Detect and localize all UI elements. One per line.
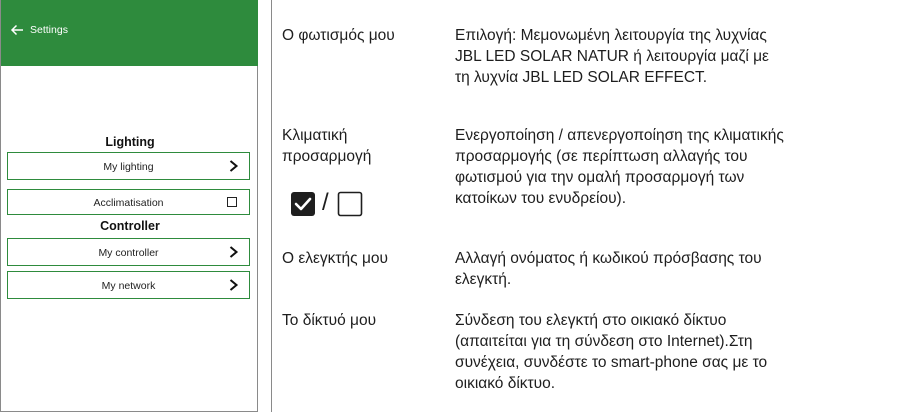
phone-screenshot: Settings Lighting My lighting Acclimatis… xyxy=(0,0,258,412)
menu-item-label: My lighting xyxy=(103,161,154,173)
app-title: Settings xyxy=(30,24,68,36)
description-table: Ο φωτισμός μου Επιλογή: Μεμονωμένη λειτο… xyxy=(271,0,897,412)
menu-item-label: My controller xyxy=(98,247,159,259)
desc-line: οικιακό δίκτυο. xyxy=(455,375,556,392)
menu-item-label: Acclimatisation xyxy=(93,197,164,209)
desc-my-lighting: Επιλογή: Μεμονωμένη λειτουργία της λυχνί… xyxy=(455,25,895,88)
term-acclimatisation: Κλιματική προσαρμογή xyxy=(282,125,371,167)
checkbox-states: / xyxy=(290,189,390,221)
term-my-network: Το δίκτυό μου xyxy=(282,312,377,329)
desc-line: JBL LED SOLAR NATUR ή λειτουργία μαζί με xyxy=(455,48,769,65)
menu-item-acclimatisation[interactable]: Acclimatisation xyxy=(7,189,250,215)
desc-line: κατοίκων του ενυδρείου). xyxy=(455,190,627,207)
section-title-lighting: Lighting xyxy=(105,135,155,149)
chevron-right-icon xyxy=(229,279,239,291)
chevron-right-icon xyxy=(229,246,239,258)
checkbox-checked-icon xyxy=(291,192,315,216)
checkbox-empty-icon xyxy=(337,191,363,217)
desc-line: Ενεργοποίηση / απενεργοποίηση της κλιματ… xyxy=(455,127,784,144)
desc-my-controller: Αλλαγή ονόματος ή κωδικού πρόσβασης του … xyxy=(455,248,895,290)
desc-my-network: Σύνδεση του ελεγκτή στο οικιακό δίκτυο (… xyxy=(455,310,895,394)
desc-line: τη λυχνία JBL LED SOLAR EFFECT. xyxy=(455,69,708,86)
chevron-right-icon xyxy=(229,160,239,172)
arrow-left-icon[interactable] xyxy=(10,23,24,37)
desc-line: συνέχεια, συνδέστε το smart-phone σας με… xyxy=(455,354,768,371)
desc-line: (απαιτείται για τη σύνδεση στο Internet)… xyxy=(455,333,753,350)
term-line: Κλιματική xyxy=(282,127,348,144)
desc-line: φωτισμού για την ομαλή προσαρμογή των xyxy=(455,169,745,186)
app-bar: Settings xyxy=(1,0,258,66)
section-title-controller: Controller xyxy=(100,219,160,233)
desc-line: Επιλογή: Μεμονωμένη λειτουργία της λυχνί… xyxy=(455,27,767,44)
menu-item-my-network[interactable]: My network xyxy=(7,271,250,299)
desc-line: Αλλαγή ονόματος ή κωδικού πρόσβασης του xyxy=(455,250,762,267)
term-line: προσαρμογή xyxy=(282,148,372,165)
desc-line: ελεγκτή. xyxy=(455,271,512,288)
term-my-controller: Ο ελεγκτής μου xyxy=(282,250,388,267)
desc-acclimatisation: Ενεργοποίηση / απενεργοποίηση της κλιματ… xyxy=(455,125,895,209)
checkbox-empty-icon[interactable] xyxy=(227,197,237,207)
desc-line: προσαρμογής (σε περίπτωση αλλαγής του xyxy=(455,148,748,165)
menu-item-my-lighting[interactable]: My lighting xyxy=(7,152,250,180)
menu-item-label: My network xyxy=(101,280,156,292)
menu-item-my-controller[interactable]: My controller xyxy=(7,238,250,266)
term-my-lighting: Ο φωτισμός μου xyxy=(282,27,395,44)
separator-slash: / xyxy=(322,189,329,216)
desc-line: Σύνδεση του ελεγκτή στο οικιακό δίκτυο xyxy=(455,312,727,329)
